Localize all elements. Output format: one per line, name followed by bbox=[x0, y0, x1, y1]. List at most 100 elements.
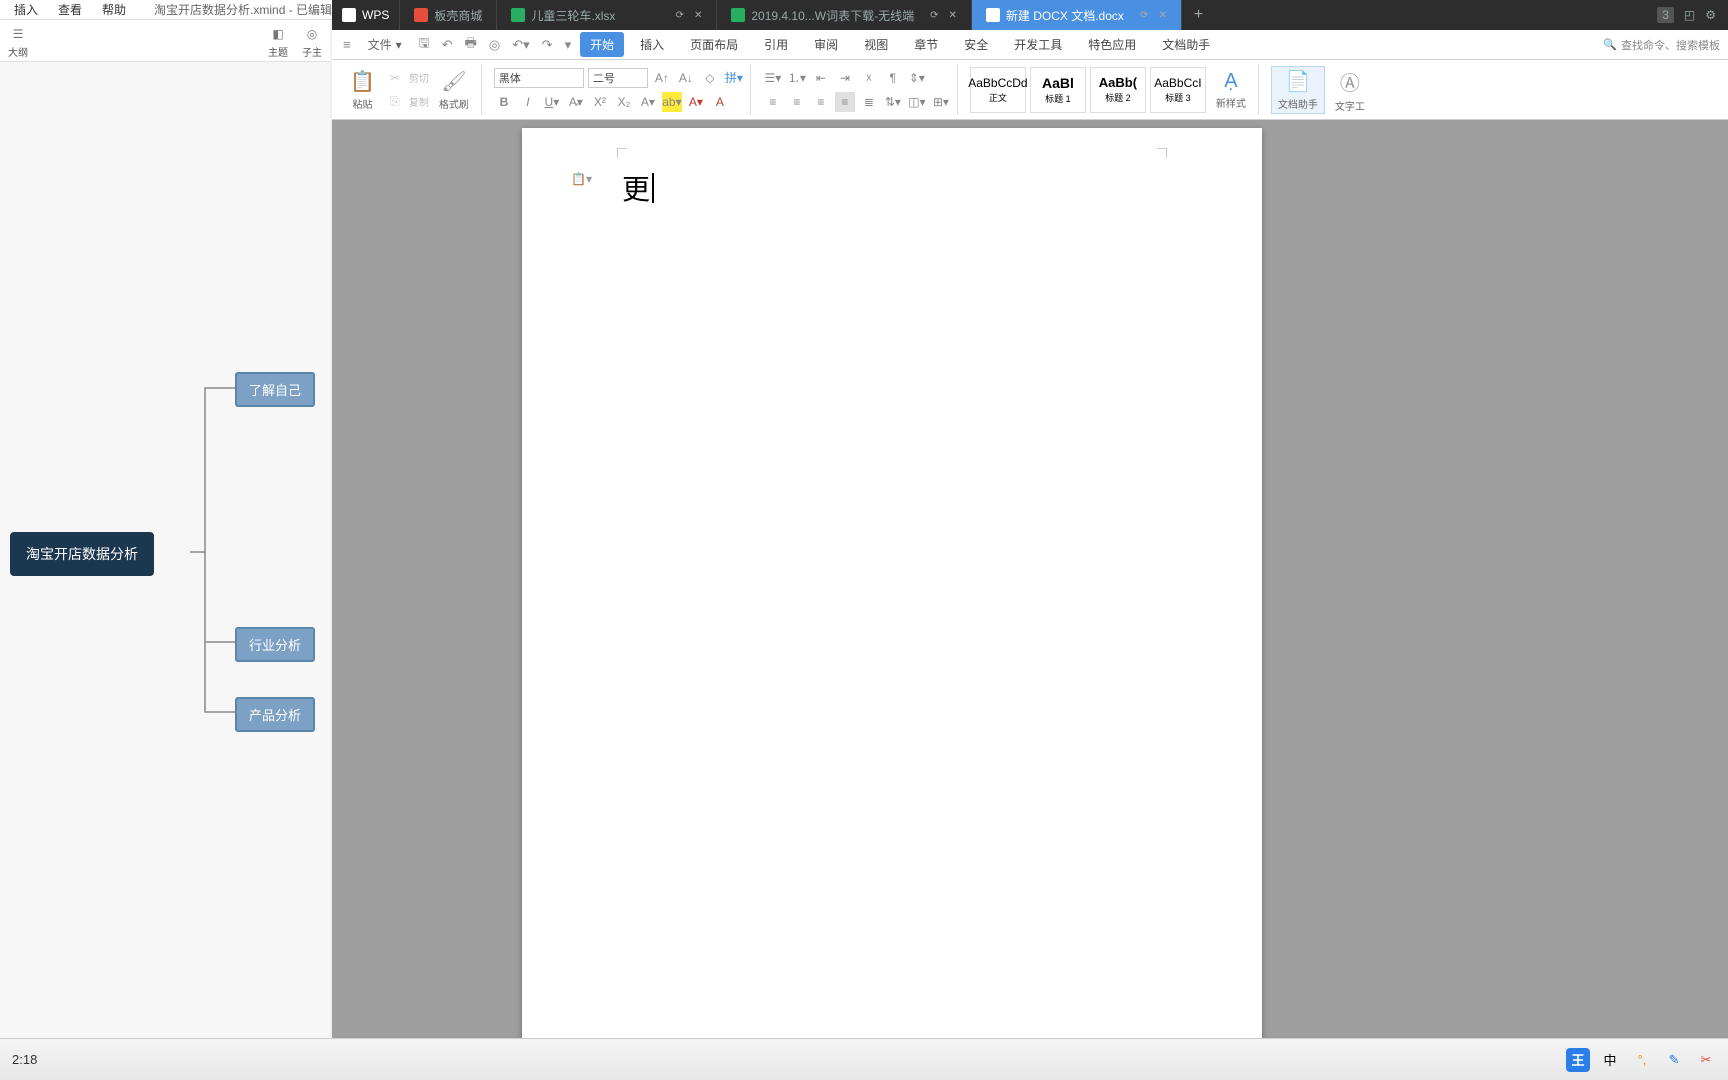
pen-icon[interactable]: ✎ bbox=[1662, 1048, 1686, 1072]
subscript-button[interactable]: X₂ bbox=[614, 92, 634, 112]
line-spacing-button[interactable]: ⇕▾ bbox=[907, 68, 927, 88]
refresh-icon[interactable]: ⟳ bbox=[1140, 10, 1148, 21]
close-icon[interactable]: ✕ bbox=[948, 10, 956, 21]
mindmap-canvas[interactable]: 淘宝开店数据分析 了解自己 行业分析 产品分析 bbox=[0, 62, 330, 1038]
xmind-menu-item[interactable]: 插入 bbox=[4, 1, 48, 18]
shrink-font-button[interactable]: A↓ bbox=[676, 68, 696, 88]
distribute-button[interactable]: ≣ bbox=[859, 92, 879, 112]
bullet-list-button[interactable]: ☰▾ bbox=[763, 68, 783, 88]
increase-indent-button[interactable]: ⇥ bbox=[835, 68, 855, 88]
theme-icon: ◧ bbox=[269, 25, 287, 43]
grow-font-button[interactable]: A↑ bbox=[652, 68, 672, 88]
xmind-menu-item[interactable]: 帮助 bbox=[92, 1, 136, 18]
wps-file-tab-active[interactable]: 新建 DOCX 文档.docx ⟳ ✕ bbox=[972, 0, 1182, 30]
scissors-icon[interactable]: ✂ bbox=[1694, 1048, 1718, 1072]
wps-file-tab[interactable]: 板壳商城 bbox=[400, 0, 497, 30]
doc-assistant-button[interactable]: 📄 文档助手 bbox=[1271, 66, 1325, 114]
clear-format-button[interactable]: ◇ bbox=[700, 68, 720, 88]
menu-tab-developer[interactable]: 开发工具 bbox=[1004, 32, 1072, 57]
underline-button[interactable]: U▾ bbox=[542, 92, 562, 112]
menu-tab-start[interactable]: 开始 bbox=[580, 32, 624, 57]
menu-tab-review[interactable]: 审阅 bbox=[804, 32, 848, 57]
menu-tab-chapter[interactable]: 章节 bbox=[904, 32, 948, 57]
superscript-button[interactable]: X² bbox=[590, 92, 610, 112]
wps-file-tab[interactable]: 2019.4.10...W词表下载-无线端 ⟳ ✕ bbox=[717, 0, 972, 30]
menu-tab-insert[interactable]: 插入 bbox=[630, 32, 674, 57]
new-style-button[interactable]: Ạ 新样式 bbox=[1210, 68, 1252, 112]
close-icon[interactable]: ✕ bbox=[694, 10, 702, 21]
print-icon[interactable]: 🖶 bbox=[462, 34, 480, 56]
menu-tab-layout[interactable]: 页面布局 bbox=[680, 32, 748, 57]
document-page[interactable]: 📋▾ 更 bbox=[522, 128, 1262, 1038]
wps-home-tab[interactable]: WPS bbox=[332, 0, 400, 30]
menu-tab-assistant[interactable]: 文档助手 bbox=[1152, 32, 1220, 57]
copy-button[interactable]: ⎘ bbox=[385, 92, 405, 112]
xmind-tool-label: 子主 bbox=[302, 44, 322, 59]
xmind-toolbar: ☰ 大纲 ◧ 主题 ◎ 子主 bbox=[0, 20, 330, 62]
document-canvas-area[interactable]: 📋▾ 更 bbox=[332, 120, 1728, 1038]
preview-icon[interactable]: ◎ bbox=[486, 37, 503, 53]
refresh-icon[interactable]: ⟳ bbox=[676, 10, 684, 21]
text-effect-button[interactable]: A▾ bbox=[638, 92, 658, 112]
align-right-button[interactable]: ≡ bbox=[811, 92, 831, 112]
show-marks-button[interactable]: ¶ bbox=[883, 68, 903, 88]
italic-button[interactable]: I bbox=[518, 92, 538, 112]
style-normal[interactable]: AaBbCcDd 正文 bbox=[970, 67, 1026, 113]
paste-button[interactable]: 📋 粘贴 bbox=[344, 67, 381, 113]
bold-button[interactable]: B bbox=[494, 92, 514, 112]
font-name-select[interactable] bbox=[494, 68, 584, 88]
decrease-indent-button[interactable]: ⇤ bbox=[811, 68, 831, 88]
punctuation-icon[interactable]: °, bbox=[1630, 1048, 1654, 1072]
redo-icon[interactable]: ↷ bbox=[539, 37, 556, 53]
strikethrough-button[interactable]: A̵▾ bbox=[566, 92, 586, 112]
wps-file-tab[interactable]: 儿童三轮车.xlsx ⟳ ✕ bbox=[497, 0, 717, 30]
undo-icon[interactable]: ↶ bbox=[439, 37, 456, 53]
style-heading1[interactable]: AaBl 标题 1 bbox=[1030, 67, 1086, 113]
skin-icon[interactable]: ◰ bbox=[1684, 8, 1695, 22]
font-size-select[interactable] bbox=[588, 68, 648, 88]
ribbon-group-font: A↑ A↓ ◇ 拼▾ B I U▾ A̵▾ X² X₂ A▾ ab▾ A▾ A bbox=[488, 64, 751, 115]
file-menu-button[interactable]: 文件 ▾ bbox=[360, 32, 410, 57]
font-color-button[interactable]: A▾ bbox=[686, 92, 706, 112]
text-tool-button[interactable]: Ⓐ 文字工 bbox=[1329, 65, 1371, 115]
menu-icon[interactable]: ≡ bbox=[340, 37, 354, 52]
notification-badge[interactable]: 3 bbox=[1657, 7, 1674, 23]
save-icon[interactable]: 🖫 bbox=[416, 34, 433, 56]
paste-options-icon[interactable]: 📋▾ bbox=[571, 172, 592, 186]
number-list-button[interactable]: ⒈▾ bbox=[787, 68, 807, 88]
char-border-button[interactable]: A bbox=[710, 92, 730, 112]
style-heading3[interactable]: AaBbCcI 标题 3 bbox=[1150, 67, 1206, 113]
align-center-button[interactable]: ≡ bbox=[787, 92, 807, 112]
menu-tab-reference[interactable]: 引用 bbox=[754, 32, 798, 57]
sort-button[interactable]: ☓ bbox=[859, 68, 879, 88]
settings-icon[interactable]: ⚙ bbox=[1705, 8, 1716, 22]
align-left-button[interactable]: ≡ bbox=[763, 92, 783, 112]
xmind-tool-item[interactable]: ◎ 子主 bbox=[302, 25, 322, 59]
menu-tab-view[interactable]: 视图 bbox=[854, 32, 898, 57]
ime-badge-icon[interactable]: 王 bbox=[1566, 1048, 1590, 1072]
dropdown-icon[interactable]: ▾ bbox=[562, 37, 575, 53]
xmind-menu-item[interactable]: 查看 bbox=[48, 1, 92, 18]
text-direction-button[interactable]: ⇅▾ bbox=[883, 92, 903, 112]
menu-tab-special[interactable]: 特色应用 bbox=[1078, 32, 1146, 57]
close-icon[interactable]: ✕ bbox=[1158, 10, 1166, 21]
new-tab-button[interactable]: + bbox=[1182, 0, 1215, 30]
undo-dropdown-icon[interactable]: ↶▾ bbox=[509, 37, 532, 53]
ime-lang-icon[interactable]: 中 bbox=[1598, 1048, 1622, 1072]
border-button[interactable]: ⊞▾ bbox=[931, 92, 951, 112]
document-text-content[interactable]: 更 bbox=[622, 168, 654, 208]
menu-tab-security[interactable]: 安全 bbox=[954, 32, 998, 57]
cut-button[interactable]: ✂ bbox=[385, 68, 405, 88]
tab-label: 新建 DOCX 文档.docx bbox=[1006, 7, 1124, 24]
refresh-icon[interactable]: ⟳ bbox=[930, 10, 938, 21]
search-commands[interactable]: 🔍 查找命令、搜索模板 bbox=[1603, 37, 1720, 53]
shading-button[interactable]: ◫▾ bbox=[907, 92, 927, 112]
phonetic-button[interactable]: 拼▾ bbox=[724, 68, 744, 88]
xmind-tool-item[interactable]: ◧ 主题 bbox=[268, 25, 288, 59]
style-heading2[interactable]: AaBb( 标题 2 bbox=[1090, 67, 1146, 113]
paste-label: 粘贴 bbox=[352, 96, 372, 111]
highlight-button[interactable]: ab▾ bbox=[662, 92, 682, 112]
xmind-tool-item[interactable]: ☰ 大纲 bbox=[8, 25, 28, 59]
align-justify-button[interactable]: ≡ bbox=[835, 92, 855, 112]
format-painter-button[interactable]: 🖌 格式刷 bbox=[433, 67, 475, 113]
